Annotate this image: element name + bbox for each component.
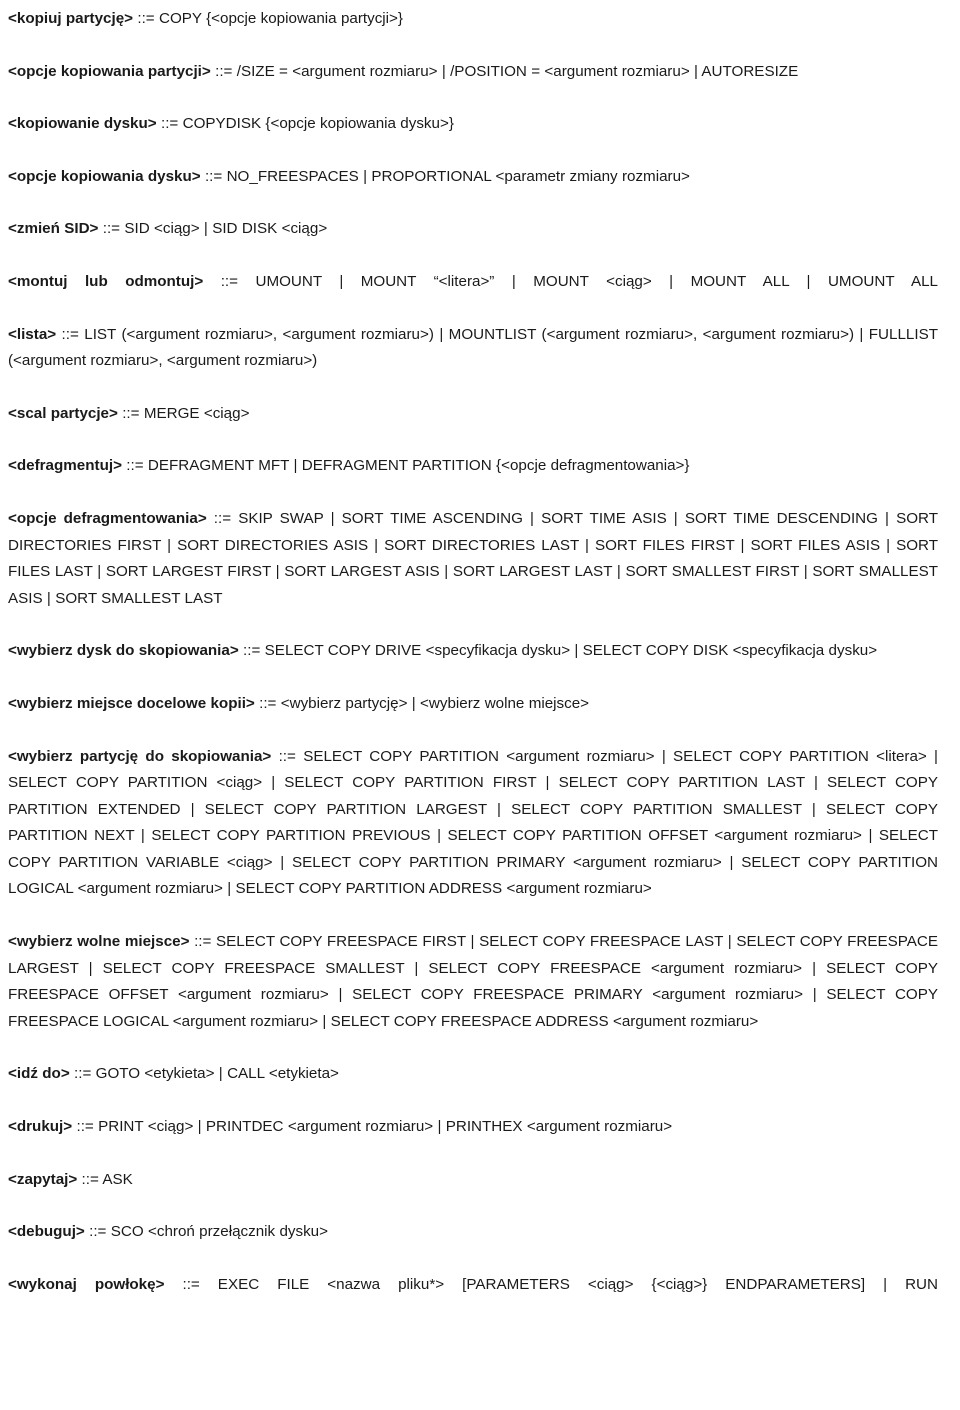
rule-production: ::= <wybierz partycję> | <wybierz wolne … <box>254 694 590 712</box>
grammar-rule: <debuguj> ::= SCO <chroń przełącznik dys… <box>8 1219 938 1246</box>
grammar-rule: <wybierz wolne miejsce> ::= SELECT COPY … <box>8 929 938 1035</box>
rule-production: ::= SELECT COPY DRIVE <specyfikacja dysk… <box>238 642 878 660</box>
grammar-rule: <wykonaj powłokę> ::= EXEC FILE <nazwa p… <box>8 1272 938 1299</box>
rule-nonterminal: <wykonaj powłokę> <box>8 1275 165 1293</box>
rule-nonterminal: <scal partycje> <box>8 404 118 422</box>
document-body: <kopiuj partycję> ::= COPY {<opcje kopio… <box>0 0 960 1298</box>
rule-production: ::= PRINT <ciąg> | PRINTDEC <argument ro… <box>72 1118 673 1136</box>
grammar-rule: <wybierz partycję do skopiowania> ::= SE… <box>8 744 938 904</box>
rule-production: ::= ASK <box>77 1170 133 1188</box>
rule-production: ::= UMOUNT | MOUNT “<litera>” | MOUNT <c… <box>203 272 938 290</box>
grammar-rule: <zapytaj> ::= ASK <box>8 1167 938 1194</box>
grammar-rule: <opcje defragmentowania> ::= SKIP SWAP |… <box>8 506 938 612</box>
rule-nonterminal: <opcje kopiowania partycji> <box>8 62 211 80</box>
rule-production: ::= SCO <chroń przełącznik dysku> <box>84 1223 328 1241</box>
grammar-rule: <kopiuj partycję> ::= COPY {<opcje kopio… <box>8 6 938 33</box>
rule-nonterminal: <kopiuj partycję> <box>8 10 134 27</box>
rule-production: ::= DEFRAGMENT MFT | DEFRAGMENT PARTITIO… <box>121 457 690 475</box>
grammar-rule: <zmień SID> ::= SID <ciąg> | SID DISK <c… <box>8 216 938 243</box>
grammar-rule: <wybierz dysk do skopiowania> ::= SELECT… <box>8 638 938 665</box>
rule-nonterminal: <wybierz miejsce docelowe kopii> <box>8 694 255 712</box>
grammar-rule: <kopiowanie dysku> ::= COPYDISK {<opcje … <box>8 111 938 138</box>
rule-production: ::= SID <ciąg> | SID DISK <ciąg> <box>98 220 328 238</box>
rule-nonterminal: <opcje kopiowania dysku> <box>8 167 201 185</box>
rule-production: ::= NO_FREESPACES | PROPORTIONAL <parame… <box>200 167 690 185</box>
rule-nonterminal: <defragmentuj> <box>8 457 122 475</box>
rule-nonterminal: <opcje defragmentowania> <box>8 509 207 527</box>
rule-nonterminal: <debuguj> <box>8 1223 85 1241</box>
rule-production: ::= GOTO <etykieta> | CALL <etykieta> <box>69 1065 339 1083</box>
grammar-rule: <defragmentuj> ::= DEFRAGMENT MFT | DEFR… <box>8 453 938 480</box>
grammar-rule: <wybierz miejsce docelowe kopii> ::= <wy… <box>8 691 938 718</box>
rule-nonterminal: <wybierz dysk do skopiowania> <box>8 642 239 660</box>
rule-nonterminal: <drukuj> <box>8 1118 73 1136</box>
rule-nonterminal: <zmień SID> <box>8 220 99 238</box>
rule-nonterminal: <zapytaj> <box>8 1170 78 1188</box>
grammar-rule: <opcje kopiowania partycji> ::= /SIZE = … <box>8 59 938 86</box>
grammar-rule: <drukuj> ::= PRINT <ciąg> | PRINTDEC <ar… <box>8 1114 938 1141</box>
grammar-rule: <idź do> ::= GOTO <etykieta> | CALL <ety… <box>8 1061 938 1088</box>
grammar-rule: <scal partycje> ::= MERGE <ciąg> <box>8 401 938 428</box>
rule-production: ::= SELECT COPY PARTITION <argument rozm… <box>8 747 939 898</box>
rule-nonterminal: <montuj lub odmontuj> <box>8 272 204 290</box>
rule-nonterminal: <idź do> <box>8 1065 70 1083</box>
rule-production: ::= MERGE <ciąg> <box>117 404 250 422</box>
rule-nonterminal: <kopiowanie dysku> <box>8 115 157 133</box>
rule-production: ::= COPY {<opcje kopiowania partycji>} <box>133 10 403 27</box>
rule-production: ::= COPYDISK {<opcje kopiowania dysku>} <box>156 115 454 133</box>
rule-production: ::= /SIZE = <argument rozmiaru> | /POSIT… <box>210 62 799 80</box>
grammar-rule: <lista> ::= LIST (<argument rozmiaru>, <… <box>8 322 938 375</box>
rule-nonterminal: <lista> <box>8 325 57 343</box>
rule-production: ::= EXEC FILE <nazwa pliku*> [PARAMETERS… <box>164 1275 938 1293</box>
rule-nonterminal: <wybierz partycję do skopiowania> <box>8 747 272 765</box>
rule-nonterminal: <wybierz wolne miejsce> <box>8 933 190 951</box>
rule-production: ::= LIST (<argument rozmiaru>, <argument… <box>8 325 938 370</box>
grammar-rule: <opcje kopiowania dysku> ::= NO_FREESPAC… <box>8 164 938 191</box>
grammar-rule: <montuj lub odmontuj> ::= UMOUNT | MOUNT… <box>8 269 938 296</box>
